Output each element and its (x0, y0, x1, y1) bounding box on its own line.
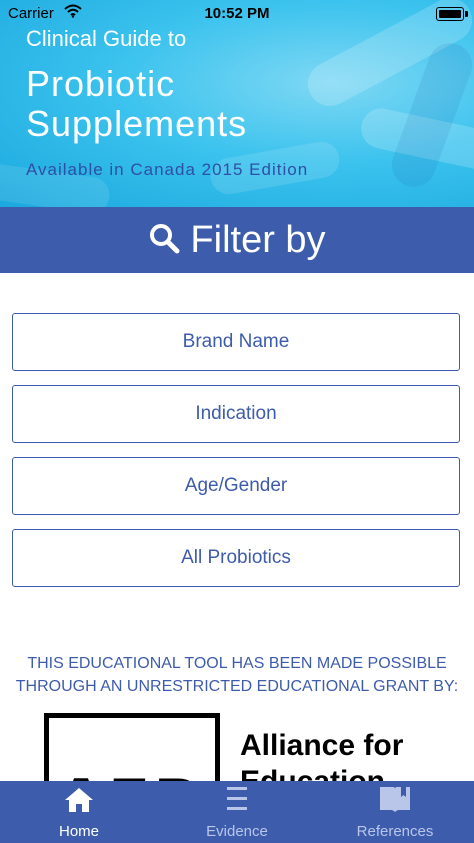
home-icon (63, 786, 95, 819)
indication-button[interactable]: Indication (12, 385, 460, 443)
tab-home-label: Home (58, 823, 99, 840)
header-banner: Carrier 10:52 PM Clinical Guide to Probi… (0, 0, 474, 207)
age-gender-button[interactable]: Age/Gender (12, 457, 460, 515)
tab-bar: Home Evidence References (0, 781, 474, 843)
status-bar: Carrier 10:52 PM (0, 0, 474, 28)
search-icon (148, 222, 190, 259)
tab-evidence[interactable]: Evidence (158, 781, 316, 843)
edition-subtitle: Available in Canada 2015 Edition (26, 160, 309, 179)
grant-line-1: THIS EDUCATIONAL TOOL HAS BEEN MADE POSS… (27, 655, 447, 672)
brand-name-button[interactable]: Brand Name (12, 313, 460, 371)
tab-evidence-label: Evidence (206, 823, 268, 840)
filter-header: Filter by (0, 207, 474, 273)
filter-title: Filter by (190, 218, 326, 261)
tab-home[interactable]: Home (0, 781, 158, 843)
page-title: Probiotic Supplements (26, 63, 248, 144)
all-probiotics-button[interactable]: All Probiotics (12, 529, 460, 587)
book-icon (378, 784, 412, 819)
title-small: Clinical Guide to (26, 26, 187, 51)
grant-notice: THIS EDUCATIONAL TOOL HAS BEEN MADE POSS… (0, 652, 474, 698)
tab-references-label: References (356, 823, 434, 840)
grant-line-2: THROUGH AN UNRESTRICTED EDUCATIONAL GRAN… (15, 678, 459, 695)
menu-icon (225, 784, 249, 819)
sponsor-name-line-1: Alliance for (240, 729, 404, 762)
status-time: 10:52 PM (204, 5, 270, 22)
tab-references[interactable]: References (316, 781, 474, 843)
battery-icon (436, 7, 468, 21)
